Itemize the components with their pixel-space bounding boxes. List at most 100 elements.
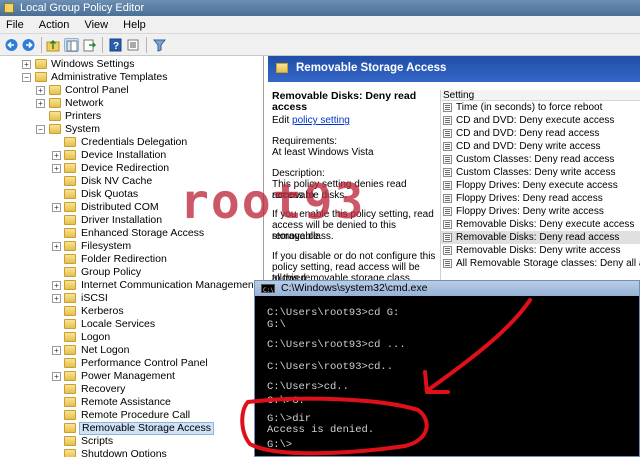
- folder-icon: [35, 59, 47, 69]
- policy-setting-icon: [443, 207, 452, 216]
- filter-icon[interactable]: [152, 38, 167, 52]
- tree-item-removable-storage-access[interactable]: Removable Storage Access: [0, 422, 263, 435]
- cmd-output-line: C:\Users\root93>cd ...: [267, 339, 406, 351]
- collapse-toggle[interactable]: −: [36, 125, 45, 134]
- tree-item-system[interactable]: − System: [0, 123, 263, 136]
- column-header-setting[interactable]: Setting: [441, 90, 640, 101]
- expand-toggle[interactable]: +: [52, 372, 61, 381]
- menu-action[interactable]: Action: [33, 16, 76, 34]
- tree-item-control-panel[interactable]: + Control Panel: [0, 84, 263, 97]
- tree-item-folder-redirection[interactable]: Folder Redirection: [0, 253, 263, 266]
- setting-row[interactable]: Floppy Drives: Deny read access: [441, 192, 640, 205]
- expand-toggle[interactable]: +: [52, 346, 61, 355]
- tree-item-windows-settings[interactable]: + Windows Settings: [0, 58, 263, 71]
- cmd-window[interactable]: C:\Windows\system32\cmd.exe C:\Users\roo…: [254, 280, 640, 457]
- tree-item-credentials-delegation[interactable]: Credentials Delegation: [0, 136, 263, 149]
- setting-row[interactable]: Custom Classes: Deny write access: [441, 166, 640, 179]
- expand-toggle[interactable]: +: [52, 164, 61, 173]
- up-folder-icon[interactable]: [46, 38, 61, 52]
- folder-icon: [64, 280, 76, 290]
- window-title: Local Group Policy Editor: [20, 2, 145, 14]
- forward-arrow-icon[interactable]: [21, 38, 36, 52]
- setting-row-selected[interactable]: Removable Disks: Deny read access: [441, 231, 640, 244]
- expand-toggle[interactable]: +: [52, 151, 61, 160]
- expand-toggle[interactable]: +: [36, 99, 45, 108]
- expand-toggle[interactable]: +: [22, 60, 31, 69]
- collapse-toggle[interactable]: −: [22, 73, 31, 82]
- tree-item-iscsi[interactable]: + iSCSI: [0, 292, 263, 305]
- tree-item-shutdown-options[interactable]: Shutdown Options: [0, 448, 263, 457]
- expand-toggle[interactable]: +: [52, 242, 61, 251]
- folder-icon: [64, 163, 76, 173]
- tree-item-power-management[interactable]: + Power Management: [0, 370, 263, 383]
- edit-policy-setting-link[interactable]: policy setting: [292, 115, 350, 126]
- setting-label: Removable Disks: Deny write access: [456, 245, 621, 256]
- tree-item-label: Control Panel: [65, 84, 129, 96]
- tree-item-group-policy[interactable]: Group Policy: [0, 266, 263, 279]
- tree-item-network[interactable]: + Network: [0, 97, 263, 110]
- tree-item-remote-procedure-call[interactable]: Remote Procedure Call: [0, 409, 263, 422]
- tree-item-remote-assistance[interactable]: Remote Assistance: [0, 396, 263, 409]
- tree-item-label: Driver Installation: [81, 214, 163, 226]
- tree-item-recovery[interactable]: Recovery: [0, 383, 263, 396]
- tree-item-locale-services[interactable]: Locale Services: [0, 318, 263, 331]
- policy-tree-pane[interactable]: + Windows Settings − Administrative Temp…: [0, 56, 264, 457]
- tree-item-kerberos[interactable]: Kerberos: [0, 305, 263, 318]
- policy-setting-icon: [443, 233, 452, 242]
- policy-heading: Removable Disks: Deny read access: [272, 90, 417, 113]
- tree-item-printers[interactable]: Printers: [0, 110, 263, 123]
- tree-item-label: Power Management: [81, 370, 175, 382]
- tree-item-label: Device Redirection: [81, 162, 170, 174]
- menu-help[interactable]: Help: [117, 16, 152, 34]
- expand-toggle[interactable]: +: [52, 281, 61, 290]
- back-arrow-icon[interactable]: [4, 38, 19, 52]
- setting-row[interactable]: CD and DVD: Deny read access: [441, 127, 640, 140]
- tree-item-label: Shutdown Options: [81, 448, 167, 457]
- properties-icon[interactable]: [126, 38, 141, 52]
- setting-label: Removable Disks: Deny read access: [456, 232, 620, 243]
- tree-item-label: Remote Assistance: [81, 396, 171, 408]
- settings-list[interactable]: Setting Time (in seconds) to force reboo…: [440, 90, 640, 282]
- tree-item-label: Scripts: [81, 435, 114, 447]
- setting-row[interactable]: CD and DVD: Deny execute access: [441, 114, 640, 127]
- policy-editor-app-icon: [4, 3, 14, 13]
- window-title-bar[interactable]: Local Group Policy Editor: [0, 0, 640, 16]
- tree-item-label: Credentials Delegation: [81, 136, 188, 148]
- tree-item-net-logon[interactable]: + Net Logon: [0, 344, 263, 357]
- menu-file[interactable]: File: [0, 16, 30, 34]
- setting-row[interactable]: Floppy Drives: Deny execute access: [441, 179, 640, 192]
- setting-row[interactable]: Custom Classes: Deny read access: [441, 153, 640, 166]
- tree-item-logon[interactable]: Logon: [0, 331, 263, 344]
- setting-row[interactable]: CD and DVD: Deny write access: [441, 140, 640, 153]
- menu-view[interactable]: View: [78, 16, 114, 34]
- tree-item-administrative-templates[interactable]: − Administrative Templates: [0, 71, 263, 84]
- expand-toggle[interactable]: +: [52, 294, 61, 303]
- folder-icon: [64, 293, 76, 303]
- setting-row[interactable]: All Removable Storage classes: Deny all …: [441, 257, 640, 270]
- show-hide-tree-icon[interactable]: [64, 38, 79, 52]
- cmd-title: C:\Windows\system32\cmd.exe: [281, 282, 428, 294]
- setting-row[interactable]: Removable Disks: Deny write access: [441, 244, 640, 257]
- cmd-prompt-icon: [261, 283, 275, 298]
- tree-item-internet-communication-management[interactable]: + Internet Communication Management: [0, 279, 263, 292]
- details-header-title: Removable Storage Access: [296, 62, 447, 74]
- help-icon[interactable]: ?: [108, 38, 123, 52]
- cmd-title-bar[interactable]: C:\Windows\system32\cmd.exe: [255, 281, 639, 298]
- details-header: Removable Storage Access: [268, 56, 640, 82]
- tree-item-label: Kerberos: [81, 305, 124, 317]
- folder-icon: [64, 189, 76, 199]
- tree-item-label: Removable Storage Access: [79, 422, 214, 435]
- expand-toggle[interactable]: +: [36, 86, 45, 95]
- tree-item-performance-control-panel[interactable]: Performance Control Panel: [0, 357, 263, 370]
- expand-toggle[interactable]: +: [52, 203, 61, 212]
- policy-setting-icon: [443, 220, 452, 229]
- tree-item-label: System: [65, 123, 101, 135]
- export-list-icon[interactable]: [82, 38, 97, 52]
- tree-item-filesystem[interactable]: + Filesystem: [0, 240, 263, 253]
- tree-item-label: iSCSI: [81, 292, 108, 304]
- setting-row[interactable]: Floppy Drives: Deny write access: [441, 205, 640, 218]
- tree-item-scripts[interactable]: Scripts: [0, 435, 263, 448]
- tree-item-device-installation[interactable]: + Device Installation: [0, 149, 263, 162]
- setting-row[interactable]: Time (in seconds) to force reboot: [441, 101, 640, 114]
- setting-row[interactable]: Removable Disks: Deny execute access: [441, 218, 640, 231]
